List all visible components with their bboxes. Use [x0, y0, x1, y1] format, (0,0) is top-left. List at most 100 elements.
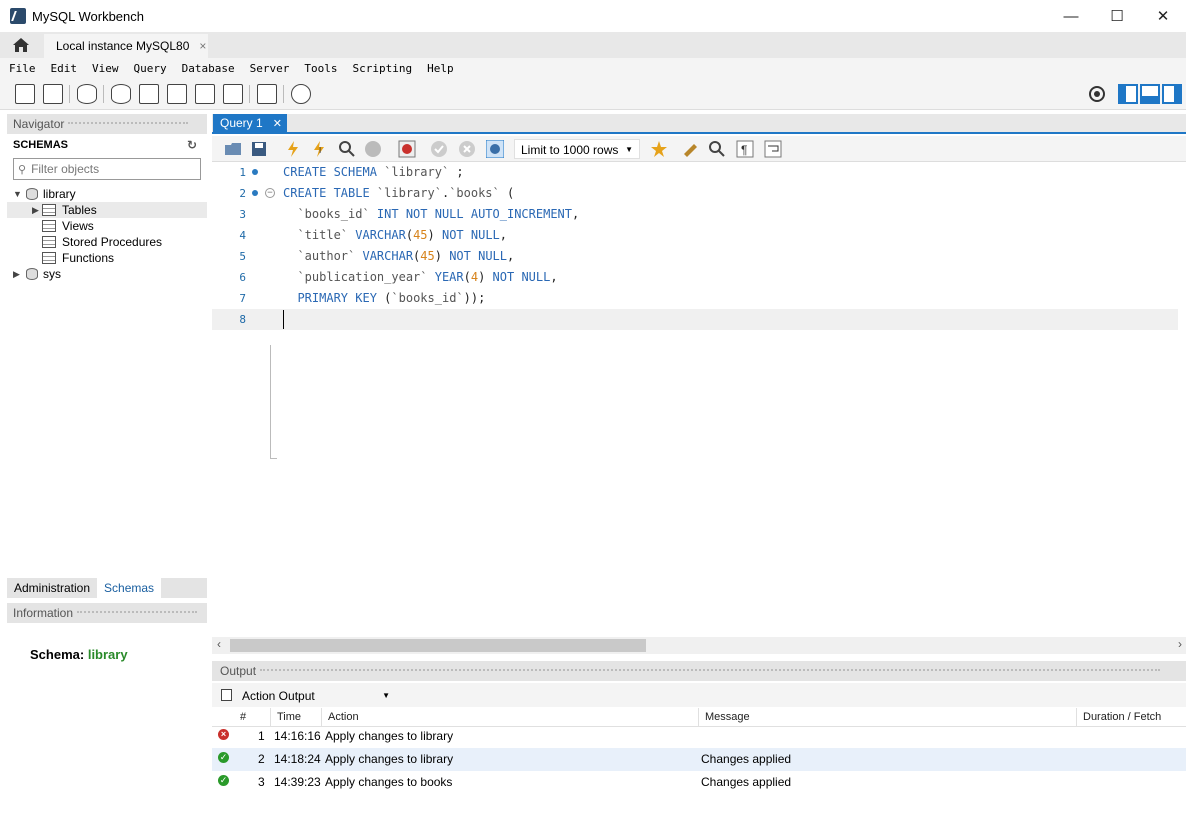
limit-rows-select[interactable]: Limit to 1000 rows ▼ [514, 139, 640, 159]
create-view-icon[interactable] [167, 84, 187, 104]
code-line[interactable]: 4 `title` VARCHAR(45) NOT NULL, [212, 225, 1178, 246]
collapsed-arrow-icon[interactable]: ▶ [13, 269, 23, 280]
tab-schemas[interactable]: Schemas [97, 578, 162, 598]
code-line[interactable]: 7 PRIMARY KEY (`books_id`)); [212, 288, 1178, 309]
connection-tab[interactable]: Local instance MySQL80 × [44, 34, 208, 58]
expanded-arrow-icon[interactable]: ▼ [13, 189, 23, 199]
copy-icon[interactable] [221, 689, 232, 701]
view-folder-icon [42, 220, 56, 232]
horizontal-scrollbar[interactable]: ‹ › [212, 637, 1186, 654]
table-folder-icon [42, 204, 56, 216]
open-file-icon[interactable] [224, 140, 242, 158]
close-tab-icon[interactable]: ✕ [273, 118, 282, 130]
word-wrap-icon[interactable] [764, 140, 782, 158]
code-line[interactable]: 6 `publication_year` YEAR(4) NOT NULL, [212, 267, 1178, 288]
inspector-icon[interactable] [77, 84, 97, 104]
navigator-header: Navigator [7, 114, 207, 134]
code-token: ) [434, 249, 442, 263]
output-row[interactable]: ✓ 3 14:39:23 Apply changes to books Changes … [212, 771, 1186, 794]
new-sql-tab-icon[interactable] [15, 84, 35, 104]
code-line[interactable]: 2 − CREATE TABLE `library`.`books` ( [212, 183, 1178, 204]
collapsed-arrow-icon[interactable]: ▶ [32, 205, 42, 216]
toggle-secondary-sidebar-icon[interactable] [1162, 84, 1182, 104]
stop-icon[interactable] [364, 140, 382, 158]
menu-server[interactable]: Server [250, 62, 290, 75]
gear-icon[interactable] [1088, 85, 1106, 103]
output-row[interactable]: ✓ 2 14:18:24 Apply changes to library Change… [212, 748, 1186, 771]
invisible-chars-icon[interactable]: ¶ [736, 140, 754, 158]
rollback-icon[interactable] [458, 140, 476, 158]
filter-objects-input[interactable]: ⚲ Filter objects [13, 158, 201, 180]
tab-query-1[interactable]: Query 1 ✕ [213, 114, 287, 134]
tree-item-views[interactable]: Views [7, 218, 207, 234]
function-folder-icon [42, 252, 56, 264]
code-token: NOT NULL [485, 270, 551, 284]
fold-toggle-icon[interactable]: − [265, 188, 275, 198]
create-table-icon[interactable] [139, 84, 159, 104]
search-table-data-icon[interactable] [257, 84, 277, 104]
close-tab-icon[interactable]: × [199, 39, 206, 53]
code-token: , [550, 270, 558, 284]
code-line[interactable]: 5 `author` VARCHAR(45) NOT NULL, [212, 246, 1178, 267]
menu-help[interactable]: Help [427, 62, 454, 75]
scroll-right-icon[interactable]: › [1178, 637, 1182, 651]
toggle-output-icon[interactable] [1140, 84, 1160, 104]
home-icon [13, 38, 29, 52]
output-cell-time: 14:16:16 [274, 729, 321, 743]
output-cell-message: Changes applied [701, 775, 792, 789]
maximize-button[interactable]: ☐ [1094, 0, 1140, 32]
scrollbar-thumb[interactable] [230, 639, 646, 652]
output-type-select[interactable]: Action Output ▼ [242, 687, 390, 705]
home-tab[interactable] [0, 32, 42, 58]
menu-tools[interactable]: Tools [304, 62, 337, 75]
find-icon[interactable] [708, 140, 726, 158]
error-status-icon: × [218, 729, 229, 740]
tree-item-tables[interactable]: ▶ Tables [7, 202, 207, 218]
tree-item-functions[interactable]: Functions [7, 250, 207, 266]
menu-edit[interactable]: Edit [51, 62, 78, 75]
explain-icon[interactable] [338, 140, 356, 158]
create-procedure-icon[interactable] [195, 84, 215, 104]
code-line[interactable]: 3 `books_id` INT NOT NULL AUTO_INCREMENT… [212, 204, 1178, 225]
code-token: YEAR [427, 270, 464, 284]
close-button[interactable]: ✕ [1140, 0, 1186, 32]
open-sql-script-icon[interactable] [43, 84, 63, 104]
commit-icon[interactable] [430, 140, 448, 158]
menu-file[interactable]: File [9, 62, 36, 75]
add-snippet-icon[interactable] [650, 140, 668, 158]
code-line[interactable]: 8 [212, 309, 1178, 330]
toggle-sidebar-icon[interactable] [1118, 84, 1138, 104]
beautify-icon[interactable] [682, 140, 700, 158]
refresh-icon[interactable]: ↻ [187, 138, 197, 152]
success-status-icon: ✓ [218, 752, 229, 763]
schema-library[interactable]: ▼ library [7, 186, 207, 202]
create-schema-icon[interactable] [111, 84, 131, 104]
tree-item-stored-procedures[interactable]: Stored Procedures [7, 234, 207, 250]
output-cell-message: Changes applied [701, 752, 792, 766]
code-line[interactable]: 1 CREATE SCHEMA `library` ; [212, 162, 1178, 183]
schemas-header: SCHEMAS ↻ [7, 134, 207, 156]
sql-code-editor[interactable]: 1 CREATE SCHEMA `library` ; 2 − CREATE TABLE… [212, 162, 1186, 636]
menu-view[interactable]: View [92, 62, 119, 75]
output-row[interactable]: × 1 14:16:16 Apply changes to library [212, 725, 1186, 748]
tab-administration[interactable]: Administration [7, 578, 97, 598]
toggle-continue-on-error-icon[interactable] [398, 140, 416, 158]
code-token: `books` [449, 186, 500, 200]
code-token: `title` [297, 228, 349, 242]
create-function-icon[interactable] [223, 84, 243, 104]
output-cell-num: 3 [258, 775, 265, 789]
minimize-button[interactable]: — [1048, 0, 1094, 32]
schema-sys[interactable]: ▶ sys [7, 266, 207, 282]
code-token: VARCHAR [355, 249, 414, 263]
execute-icon[interactable] [284, 140, 302, 158]
reconnect-icon[interactable] [291, 84, 311, 104]
execute-current-icon[interactable]: I [310, 140, 328, 158]
menu-database[interactable]: Database [182, 62, 235, 75]
line-number: 5 [239, 250, 246, 263]
menu-query[interactable]: Query [134, 62, 167, 75]
menu-scripting[interactable]: Scripting [352, 62, 412, 75]
scroll-left-icon[interactable]: ‹ [217, 637, 221, 651]
save-icon[interactable] [250, 140, 268, 158]
autocommit-icon[interactable] [486, 140, 504, 158]
column-header-duration: Duration / Fetch [1083, 711, 1162, 723]
